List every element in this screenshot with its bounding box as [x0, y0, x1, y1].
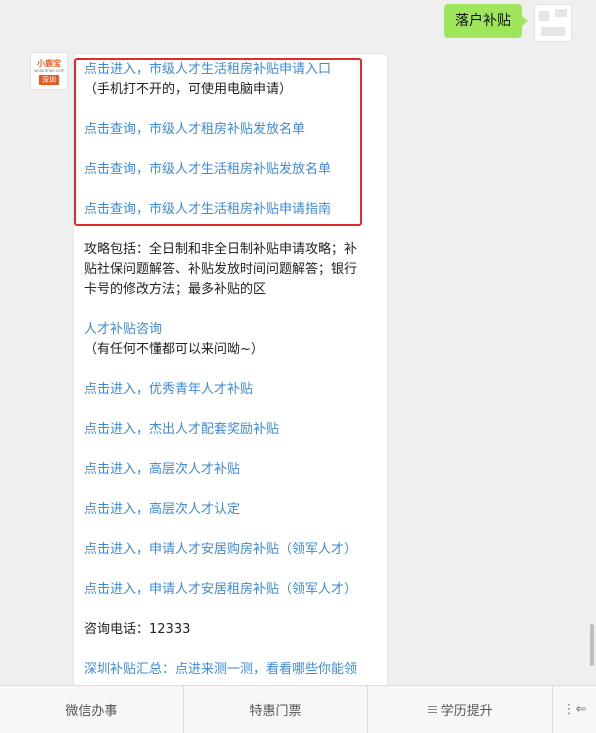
link-outstanding-talent-reward[interactable]: 点击进入，杰出人才配套奖励补贴	[84, 420, 384, 440]
guide-description: 攻略包括：全日制和非全日制补贴申请攻略；补 贴社保问题解答、补贴发放时间问题解答…	[84, 240, 382, 300]
user-message-row: 落户补贴	[444, 4, 572, 42]
guide-description-line: 贴社保问题解答、补贴发放时间问题解答；银行	[84, 262, 358, 277]
link-rental-subsidy-list[interactable]: 点击查询，市级人才租房补贴发放名单	[84, 120, 384, 140]
guide-description-line: 卡号的修改方法；最多补贴的区	[84, 282, 267, 297]
link-high-level-talent-certification[interactable]: 点击进入，高层次人才认定	[84, 500, 384, 520]
link-rental-subsidy-guide[interactable]: 点击查询，市级人才生活租房补贴申请指南	[84, 200, 384, 220]
link-housing-rental-subsidy[interactable]: 点击进入，申请人才安居租房补贴（领军人才）	[84, 580, 384, 600]
brand-site-text: lunlunmoe.com	[33, 68, 65, 73]
link-young-talent-subsidy[interactable]: 点击进入，优秀青年人才补贴	[84, 380, 384, 400]
bot-message-bubble: 点击进入，市级人才生活租房补贴申请入口 （手机打不开的，可使用电脑申请） 点击查…	[73, 53, 388, 705]
link-talent-consult[interactable]: 人才补贴咨询	[84, 320, 384, 340]
bot-avatar[interactable]: 小鹿宝 lunlunmoe.com 深圳	[30, 52, 68, 90]
menu-item-label: 特惠门票	[249, 704, 302, 719]
link-living-rental-subsidy-list[interactable]: 点击查询，市级人才生活租房补贴发放名单	[84, 160, 384, 180]
keyboard-toggle-icon: ⋮⇐	[562, 702, 587, 717]
avatar-blur-patch	[539, 11, 549, 21]
link-high-level-talent-subsidy[interactable]: 点击进入，高层次人才补贴	[84, 460, 384, 480]
menu-item-discount-tickets[interactable]: 特惠门票	[184, 686, 369, 733]
link-housing-purchase-subsidy[interactable]: 点击进入，申请人才安居购房补贴（领军人才）	[84, 540, 384, 560]
scrollbar-thumb[interactable]	[590, 624, 594, 666]
menu-item-label: 微信办事	[65, 704, 118, 719]
bottom-menu-bar: 微信办事 特惠门票 学历提升 ⋮⇐	[0, 685, 596, 733]
avatar-blur-patch	[541, 27, 565, 36]
note-use-computer: （手机打不开的，可使用电脑申请）	[84, 82, 293, 97]
user-message-bubble[interactable]: 落户补贴	[444, 4, 528, 38]
user-avatar[interactable]	[534, 4, 572, 42]
note-ask-anything: （有任何不懂都可以来问呦~）	[84, 342, 264, 357]
keyboard-toggle-button[interactable]: ⋮⇐	[553, 686, 596, 733]
avatar-blur-patch	[555, 9, 567, 17]
brand-city-badge: 深圳	[39, 75, 59, 85]
guide-description-line: 攻略包括：全日制和非全日制补贴申请攻略；补	[84, 242, 358, 257]
link-rental-subsidy-apply[interactable]: 点击进入，市级人才生活租房补贴申请入口	[84, 60, 384, 80]
menu-item-label: 学历提升	[440, 704, 493, 719]
consult-phone: 咨询电话：12333	[84, 622, 191, 637]
menu-item-wechat-services[interactable]: 微信办事	[0, 686, 184, 733]
submenu-icon	[427, 705, 437, 714]
menu-item-education[interactable]: 学历提升	[368, 686, 554, 733]
link-subsidy-summary[interactable]: 深圳补贴汇总：点进来测一测，看看哪些你能领	[84, 660, 384, 680]
